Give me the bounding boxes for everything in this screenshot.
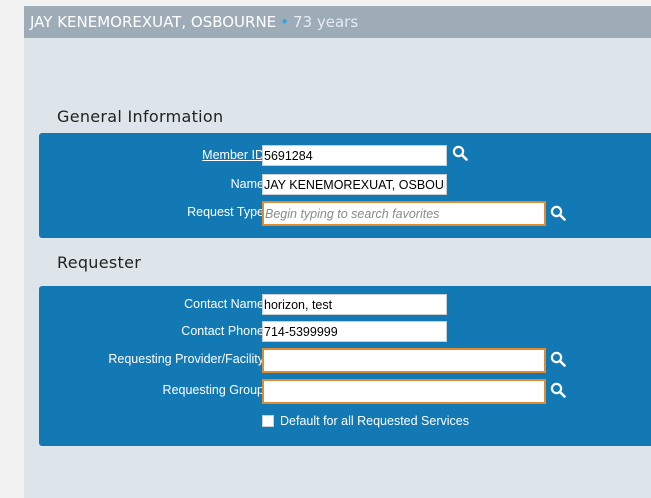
name-input[interactable] — [262, 174, 447, 195]
app-window: JAY KENEMOREXUAT, OSBOURNE • 73 years Gene… — [24, 6, 651, 498]
requester-title: Requester — [57, 253, 142, 272]
requesting-provider-input[interactable] — [262, 348, 546, 373]
requesting-group-search-icon[interactable] — [550, 382, 566, 398]
default-services-row: Default for all Requested Services — [262, 413, 469, 429]
header-separator: • — [280, 13, 290, 31]
request-type-label: Request Type — [187, 205, 264, 219]
contact-phone-input[interactable] — [262, 321, 447, 342]
general-information-title: General Information — [57, 107, 224, 126]
member-id-input[interactable] — [262, 145, 447, 166]
patient-age: 73 years — [293, 13, 359, 31]
request-type-input[interactable] — [262, 201, 546, 226]
default-services-checkbox[interactable] — [262, 415, 274, 427]
requesting-group-label: Requesting Group — [162, 383, 264, 397]
name-label: Name — [230, 177, 264, 191]
general-information-panel: Member ID Name Request Type — [39, 133, 651, 238]
requester-panel: Contact Name Contact Phone Requesting Pr… — [39, 286, 651, 446]
requesting-provider-search-icon[interactable] — [550, 351, 566, 367]
member-id-link[interactable]: Member ID — [202, 148, 264, 162]
patient-header: JAY KENEMOREXUAT, OSBOURNE • 73 years — [24, 6, 651, 38]
requesting-provider-label: Requesting Provider/Facility — [108, 352, 264, 366]
contact-name-input[interactable] — [262, 294, 447, 315]
default-services-label: Default for all Requested Services — [280, 414, 469, 428]
patient-name: JAY KENEMOREXUAT, OSBOURNE — [30, 13, 277, 31]
contact-name-label: Contact Name — [184, 297, 264, 311]
requesting-group-input[interactable] — [262, 379, 546, 404]
contact-phone-label: Contact Phone — [181, 324, 264, 338]
request-type-search-icon[interactable] — [550, 205, 566, 221]
member-id-search-icon[interactable] — [452, 145, 468, 161]
